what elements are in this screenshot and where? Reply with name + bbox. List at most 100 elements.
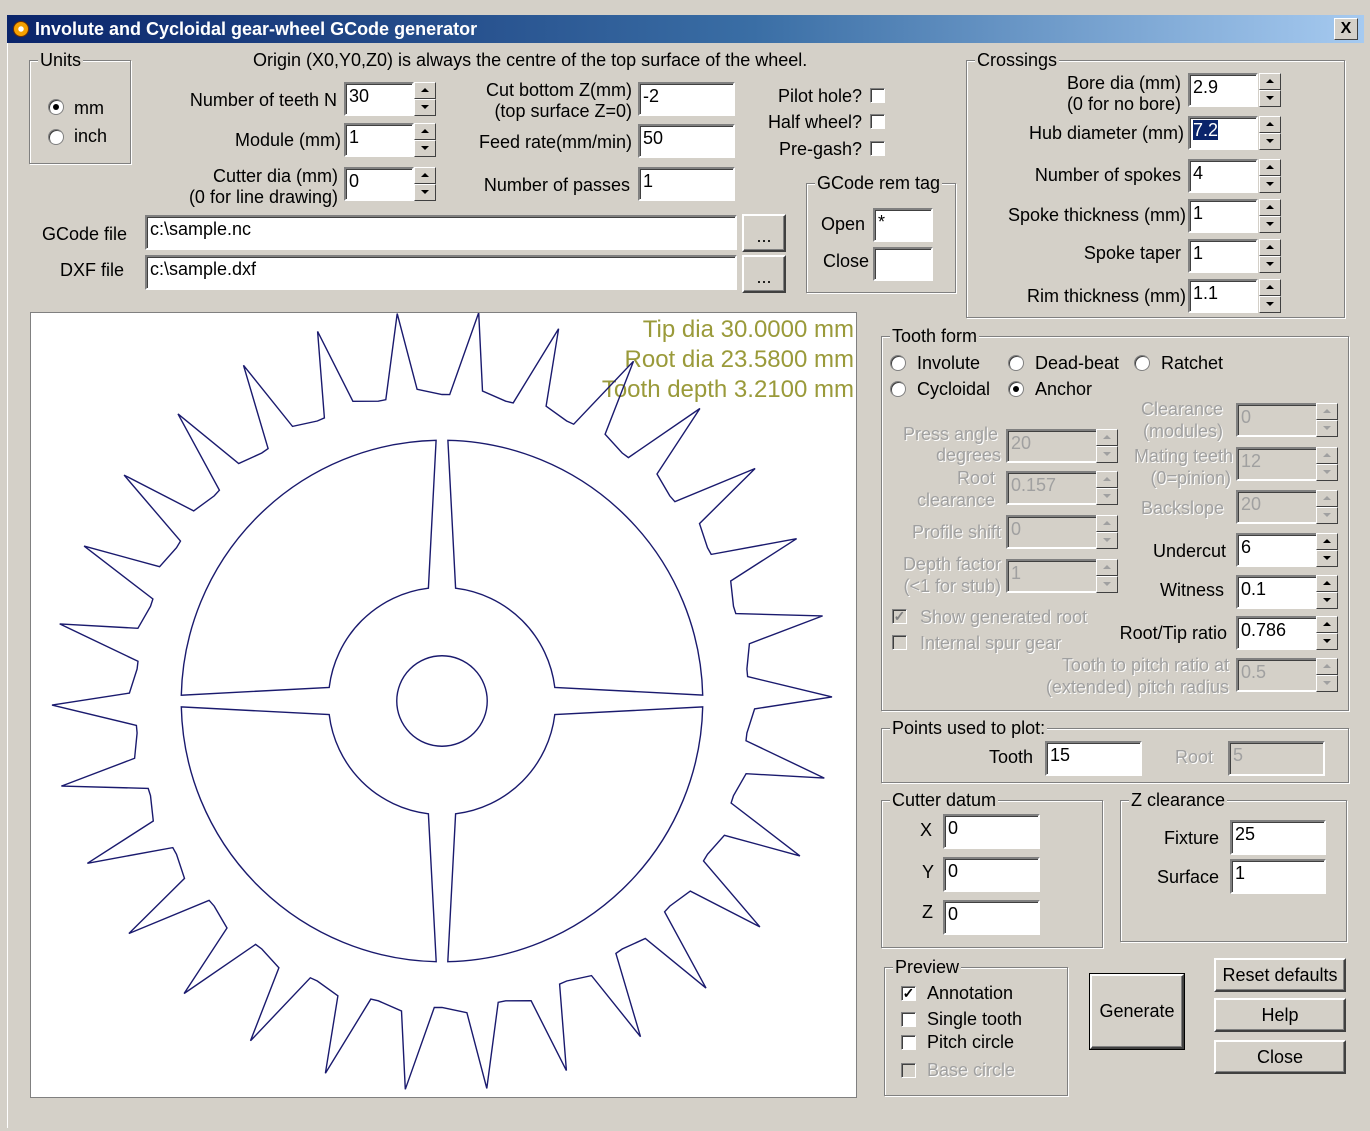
backslope-spinner[interactable] xyxy=(1316,490,1338,524)
window-close-button[interactable]: X xyxy=(1334,18,1358,40)
surface-input[interactable]: 1 xyxy=(1230,859,1326,894)
half-wheel-checkbox[interactable] xyxy=(870,114,885,129)
units-mm-radio[interactable] xyxy=(48,99,64,115)
base-circle-checkbox[interactable] xyxy=(901,1063,916,1078)
units-legend: Units xyxy=(38,49,84,71)
gcode-browse-button[interactable]: ... xyxy=(742,214,786,252)
anchor-radio[interactable] xyxy=(1008,381,1024,397)
bore-spinner[interactable] xyxy=(1259,73,1281,107)
cutter-spinner[interactable] xyxy=(414,167,436,201)
backslope-input[interactable]: 20 xyxy=(1236,490,1318,524)
clearance-spinner[interactable] xyxy=(1316,403,1338,437)
cycloidal-radio[interactable] xyxy=(890,381,906,397)
witness-spinner[interactable] xyxy=(1316,575,1338,609)
pre-gash-checkbox[interactable] xyxy=(870,141,885,156)
module-input[interactable]: 1 xyxy=(344,123,414,157)
spoke-thickness-spinner[interactable] xyxy=(1259,199,1281,233)
pre-gash-label: Pre-gash? xyxy=(778,139,862,159)
hub-input[interactable]: 7.2 xyxy=(1188,116,1258,150)
gcode-file-label: GCode file xyxy=(42,224,128,244)
pitch-circle-checkbox[interactable] xyxy=(901,1035,916,1050)
spoke-taper-spinner[interactable] xyxy=(1259,239,1281,273)
undercut-spinner[interactable] xyxy=(1316,533,1338,567)
spoke-thickness-input[interactable]: 1 xyxy=(1188,199,1258,233)
rim-thickness-label: Rim thickness (mm) xyxy=(1026,286,1186,306)
cut-bottom-label: Cut bottom Z(mm) xyxy=(485,80,632,100)
witness-input[interactable]: 0.1 xyxy=(1236,575,1318,609)
teeth-spinner[interactable] xyxy=(414,82,436,116)
teeth-input[interactable]: 30 xyxy=(344,82,414,116)
anchor-label: Anchor xyxy=(1035,379,1093,399)
root-tip-ratio-input[interactable]: 0.786 xyxy=(1236,616,1318,650)
cutter-input[interactable]: 0 xyxy=(344,167,414,201)
root-tip-ratio-spinner[interactable] xyxy=(1316,616,1338,650)
generate-button[interactable]: Generate xyxy=(1089,973,1185,1050)
remtag-open-input[interactable]: * xyxy=(873,208,933,242)
hub-label: Hub diameter (mm) xyxy=(1028,123,1184,143)
spokes-label: Number of spokes xyxy=(1034,165,1181,185)
rim-thickness-spinner[interactable] xyxy=(1259,279,1281,313)
deadbeat-radio[interactable] xyxy=(1008,355,1024,371)
remtag-legend: GCode rem tag xyxy=(815,172,943,194)
profile-shift-label: Profile shift xyxy=(911,522,1001,542)
passes-input[interactable]: 1 xyxy=(638,167,735,201)
remtag-close-input[interactable] xyxy=(873,247,933,281)
single-tooth-checkbox[interactable] xyxy=(901,1012,916,1027)
points-root-input[interactable]: 5 xyxy=(1228,741,1325,776)
rim-window xyxy=(447,439,704,696)
hub-spinner[interactable] xyxy=(1259,116,1281,150)
spokes-input[interactable]: 4 xyxy=(1188,159,1258,193)
annotation-checkbox[interactable]: ✓ xyxy=(901,986,916,1001)
remtag-group: GCode rem tag Open * Close xyxy=(806,172,956,293)
backslope-label: Backslope xyxy=(1140,498,1224,518)
pilot-hole-checkbox[interactable] xyxy=(870,88,885,103)
dxf-file-input[interactable]: c:\sample.dxf xyxy=(145,255,737,290)
bore-note: (0 for no bore) xyxy=(1066,94,1181,114)
involute-radio[interactable] xyxy=(890,355,906,371)
rim-thickness-input[interactable]: 1.1 xyxy=(1188,279,1258,313)
units-inch-label: inch xyxy=(74,126,108,146)
spokes-spinner[interactable] xyxy=(1259,159,1281,193)
cutter-label-note: (0 for line drawing) xyxy=(188,187,338,207)
pitch-ratio-spinner[interactable] xyxy=(1316,658,1338,692)
title-bar: Involute and Cycloidal gear-wheel GCode … xyxy=(7,15,1364,43)
cutter-x-input[interactable]: 0 xyxy=(943,814,1040,849)
close-button[interactable]: Close xyxy=(1214,1040,1346,1074)
points-tooth-input[interactable]: 15 xyxy=(1045,741,1142,776)
bore-input[interactable]: 2.9 xyxy=(1188,73,1258,107)
mating-teeth-spinner[interactable] xyxy=(1316,447,1338,481)
clearance-unit: (modules) xyxy=(1142,421,1223,441)
undercut-input[interactable]: 6 xyxy=(1236,533,1318,567)
module-spinner[interactable] xyxy=(414,123,436,157)
press-angle-input[interactable]: 20 xyxy=(1006,429,1102,463)
mating-teeth-input[interactable]: 12 xyxy=(1236,447,1318,481)
cutter-z-input[interactable]: 0 xyxy=(943,900,1040,935)
mating-teeth-label: Mating teeth xyxy=(1133,446,1233,466)
cutter-y-input[interactable]: 0 xyxy=(943,857,1040,892)
reset-defaults-button[interactable]: Reset defaults xyxy=(1214,958,1346,992)
profile-shift-input[interactable]: 0 xyxy=(1006,515,1102,549)
root-clearance-input[interactable]: 0.157 xyxy=(1006,471,1102,505)
fixture-input[interactable]: 25 xyxy=(1230,820,1326,855)
single-tooth-label: Single tooth xyxy=(927,1009,1023,1029)
show-root-checkbox[interactable]: ✓ xyxy=(892,609,907,624)
feed-input[interactable]: 50 xyxy=(638,124,735,158)
clearance-input[interactable]: 0 xyxy=(1236,403,1318,437)
cut-bottom-input[interactable]: -2 xyxy=(638,82,735,116)
spoke-taper-input[interactable]: 1 xyxy=(1188,239,1258,273)
internal-gear-checkbox[interactable] xyxy=(892,635,907,650)
hub-value: 7.2 xyxy=(1193,120,1219,140)
witness-label: Witness xyxy=(1159,580,1224,600)
gcode-file-input[interactable]: c:\sample.nc xyxy=(145,215,737,250)
ratchet-radio[interactable] xyxy=(1134,355,1150,371)
pitch-ratio-input[interactable]: 0.5 xyxy=(1236,658,1318,692)
pilot-hole-label: Pilot hole? xyxy=(777,86,862,106)
dxf-browse-button[interactable]: ... xyxy=(742,255,786,293)
z-clearance-legend: Z clearance xyxy=(1129,789,1228,811)
depth-factor-input[interactable]: 1 xyxy=(1006,559,1102,593)
help-button[interactable]: Help xyxy=(1214,998,1346,1032)
units-inch-radio[interactable] xyxy=(48,129,64,145)
tooth-form-legend: Tooth form xyxy=(890,325,980,347)
gear-teeth-outline xyxy=(51,313,833,1090)
points-tooth-label: Tooth xyxy=(989,747,1034,767)
